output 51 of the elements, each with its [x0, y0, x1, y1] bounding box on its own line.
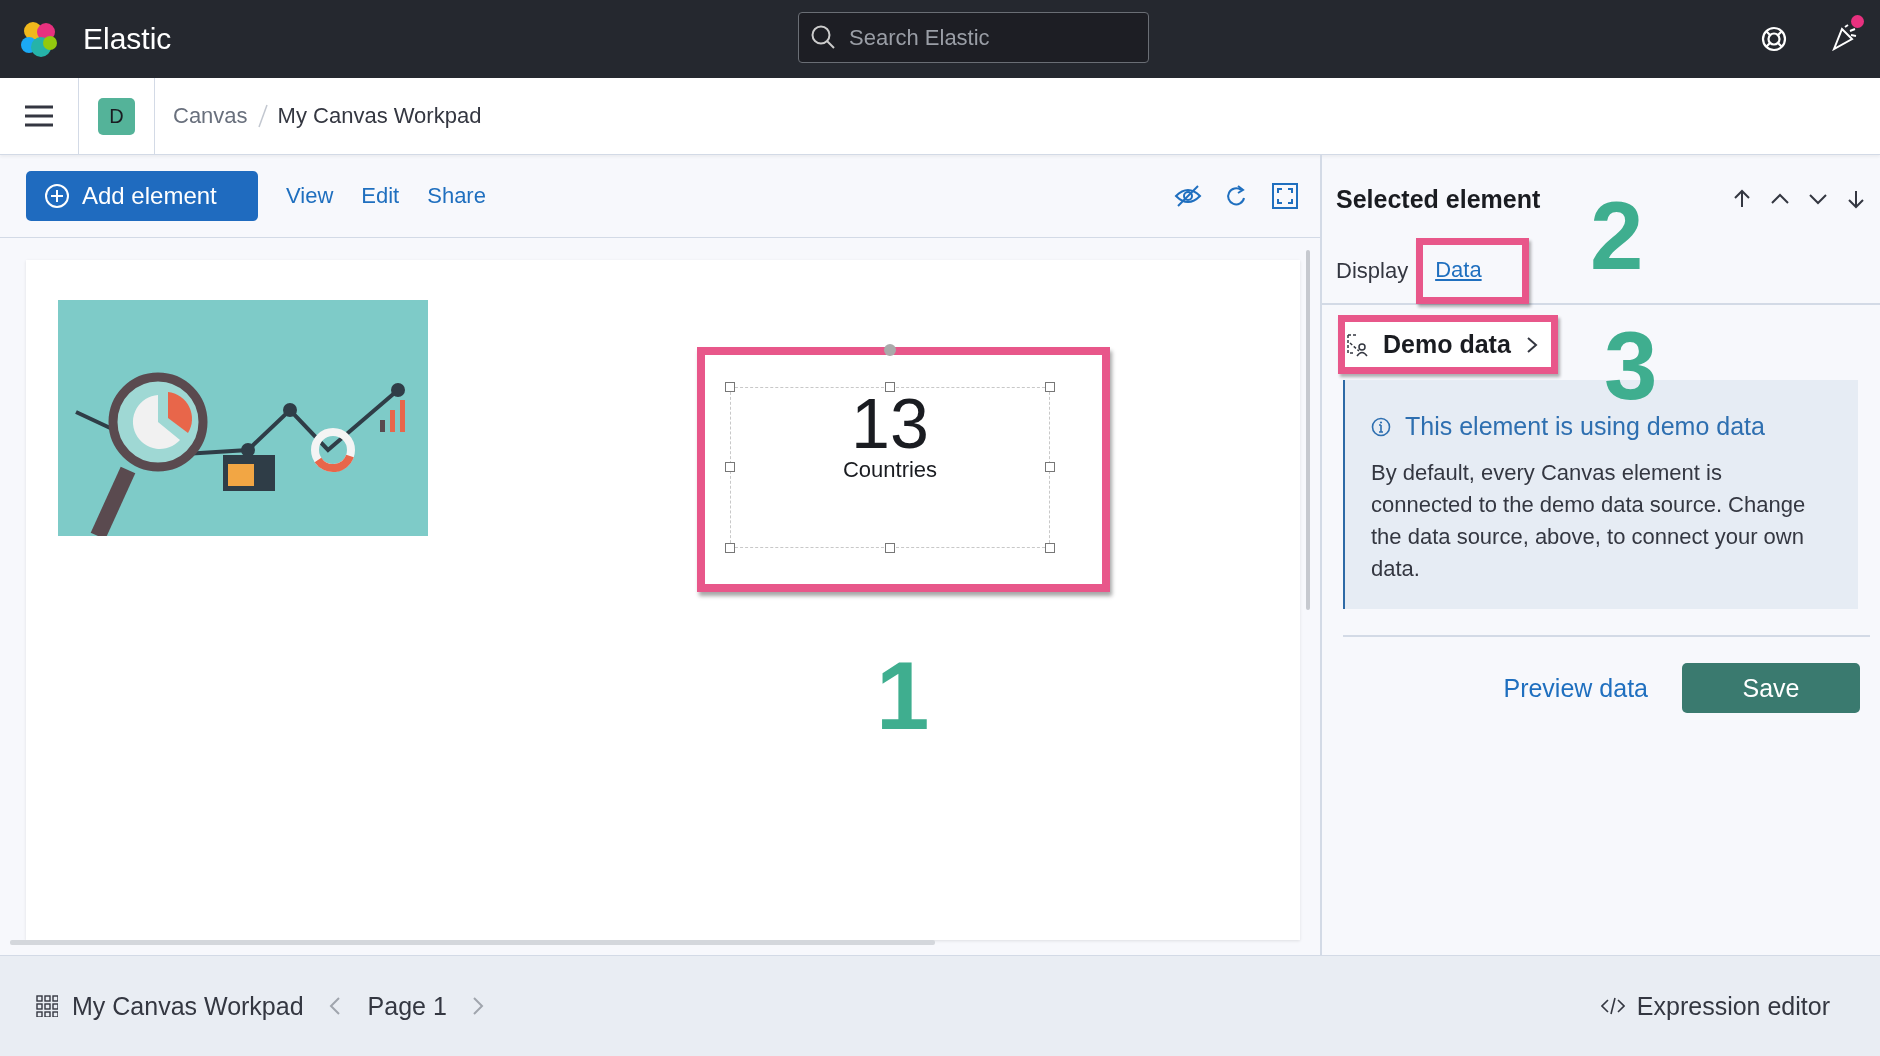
save-button[interactable]: Save	[1682, 663, 1860, 713]
toolbar-menu[interactable]: View	[286, 183, 334, 209]
info-icon	[1371, 416, 1391, 437]
page-selector[interactable]: Page 1	[367, 991, 447, 1021]
breadcrumb[interactable]: Canvas	[173, 103, 248, 129]
annotation-number: 3	[1604, 318, 1658, 414]
fullscreen-icon[interactable]	[1272, 183, 1298, 209]
space-avatar[interactable]: D	[98, 97, 135, 135]
resize-handle[interactable]	[725, 382, 735, 392]
newsfeed-icon[interactable]	[1830, 23, 1858, 51]
scrollbar[interactable]	[1306, 250, 1310, 610]
resize-handle[interactable]	[725, 543, 735, 553]
preview-data-link[interactable]: Preview data	[1497, 672, 1654, 704]
resize-handle[interactable]	[725, 462, 735, 472]
search-field[interactable]: Search Elastic	[798, 12, 1149, 63]
help-icon[interactable]	[1760, 25, 1788, 53]
hidden-eye-icon[interactable]	[1174, 184, 1202, 208]
resize-handle[interactable]	[1045, 543, 1055, 553]
callout-text: By default, every Canvas element is connected to the demo data source. Change the data source, above, to connect your own data.	[1371, 459, 1807, 583]
resize-handle[interactable]	[1045, 462, 1055, 472]
workpad-name[interactable]: My Canvas Workpad	[72, 991, 304, 1021]
toolbar-menu[interactable]: Edit	[361, 183, 400, 209]
breadcrumb[interactable]: My Canvas Workpad	[277, 103, 482, 129]
callout-title: This element is using demo data	[1405, 412, 1765, 441]
metric-label: Countries	[842, 457, 938, 483]
toolbar-menu[interactable]: Share	[427, 183, 486, 209]
notification-dot	[1851, 15, 1864, 28]
add-element-button[interactable]: Add element	[26, 171, 258, 221]
expression-editor-button[interactable]: Expression editor	[1636, 991, 1830, 1021]
resize-handle[interactable]	[1045, 382, 1055, 392]
metric-value: 13	[851, 391, 929, 457]
resize-handle[interactable]	[885, 382, 895, 392]
resize-handle[interactable]	[885, 543, 895, 553]
code-icon[interactable]	[1600, 995, 1625, 1017]
brand-name: Elastic	[83, 22, 172, 56]
annotation-number: 1	[876, 648, 930, 744]
logo-icon[interactable]	[19, 19, 59, 59]
panel-title: Selected element	[1336, 184, 1541, 214]
plus-circle-icon	[44, 183, 70, 209]
annotation-number: 2	[1590, 188, 1644, 284]
refresh-icon[interactable]	[1226, 184, 1248, 208]
tab[interactable]: Display	[1336, 258, 1409, 284]
datasource-button[interactable]: Demo data	[1345, 322, 1551, 367]
slash-separator-icon	[257, 104, 268, 128]
datasource-icon	[1347, 332, 1369, 357]
menu-icon[interactable]	[25, 105, 53, 127]
scrollbar[interactable]	[10, 940, 935, 945]
tab[interactable]: Data	[1435, 257, 1482, 283]
search-icon	[810, 24, 836, 50]
grid-icon[interactable]	[36, 995, 58, 1017]
rotate-handle[interactable]	[884, 344, 896, 356]
